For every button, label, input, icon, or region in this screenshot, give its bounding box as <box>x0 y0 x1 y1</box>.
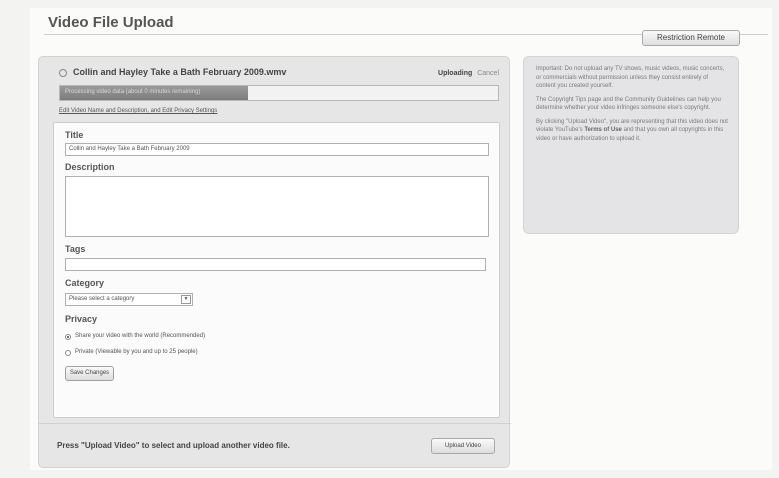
privacy-label: Privacy <box>65 314 98 324</box>
category-selected-value: Please select a category <box>69 296 135 302</box>
privacy-private-radio[interactable] <box>65 350 71 356</box>
info-paragraph-1: Important: Do not upload any TV shows, m… <box>536 66 725 89</box>
category-select[interactable]: Please select a category ▼ <box>65 293 193 306</box>
edit-details-link[interactable]: Edit Video Name and Description, and Edi… <box>59 108 217 114</box>
info-paragraph-2: The Copyright Tips page and the Communit… <box>536 96 728 113</box>
progress-bar: Processing video data (about 0 minutes r… <box>59 85 499 101</box>
save-changes-button[interactable]: Save Changes <box>65 366 114 381</box>
chevron-down-icon: ▼ <box>181 295 191 304</box>
privacy-public-label: Share your video with the world (Recomme… <box>75 333 206 339</box>
terms-of-use-link[interactable]: Terms of Use <box>584 127 622 133</box>
category-label: Category <box>65 278 105 288</box>
copyright-tips-link[interactable]: Copyright Tips page <box>548 97 601 103</box>
footer-instruction: Press "Upload Video" to select and uploa… <box>57 441 290 450</box>
privacy-public-radio[interactable] <box>65 334 71 340</box>
uploading-label: Uploading <box>438 70 473 77</box>
cancel-link[interactable]: Cancel <box>477 70 499 77</box>
file-status-icon <box>59 69 67 77</box>
copyright-info-box: Important: Do not upload any TV shows, m… <box>523 56 739 234</box>
community-guidelines-link[interactable]: Community Guidelines <box>625 97 685 103</box>
upload-status: Uploading Cancel <box>438 70 499 77</box>
upload-footer: Press "Upload Video" to select and uploa… <box>39 423 511 469</box>
info-p2-text: The <box>536 96 547 103</box>
privacy-private-label: Private (Viewable by you and up to 25 pe… <box>75 349 198 355</box>
page-title: Video File Upload <box>48 14 174 31</box>
tags-input[interactable] <box>65 258 486 271</box>
title-input[interactable]: Collin and Hayley Take a Bath February 2… <box>65 143 489 156</box>
upload-panel: Collin and Hayley Take a Bath February 2… <box>38 56 511 469</box>
video-details-form: Title Collin and Hayley Take a Bath Febr… <box>53 122 500 418</box>
info-paragraph-3: By clicking "Upload Video", you are repr… <box>536 118 728 144</box>
file-name: Collin and Hayley Take a Bath February 2… <box>73 67 287 77</box>
restriction-button[interactable]: Restriction Remote <box>642 30 740 46</box>
info-p2-middle: and the <box>603 96 624 103</box>
upload-video-button[interactable]: Upload Video <box>431 438 495 454</box>
description-textarea[interactable] <box>65 176 489 237</box>
upload-page: Video File Upload Restriction Remote Col… <box>30 8 772 470</box>
progress-text: Processing video data (about 0 minutes r… <box>65 89 201 95</box>
title-label: Title <box>65 130 84 140</box>
file-row: Collin and Hayley Take a Bath February 2… <box>59 67 499 81</box>
description-label: Description <box>65 162 115 172</box>
tags-label: Tags <box>65 244 86 254</box>
